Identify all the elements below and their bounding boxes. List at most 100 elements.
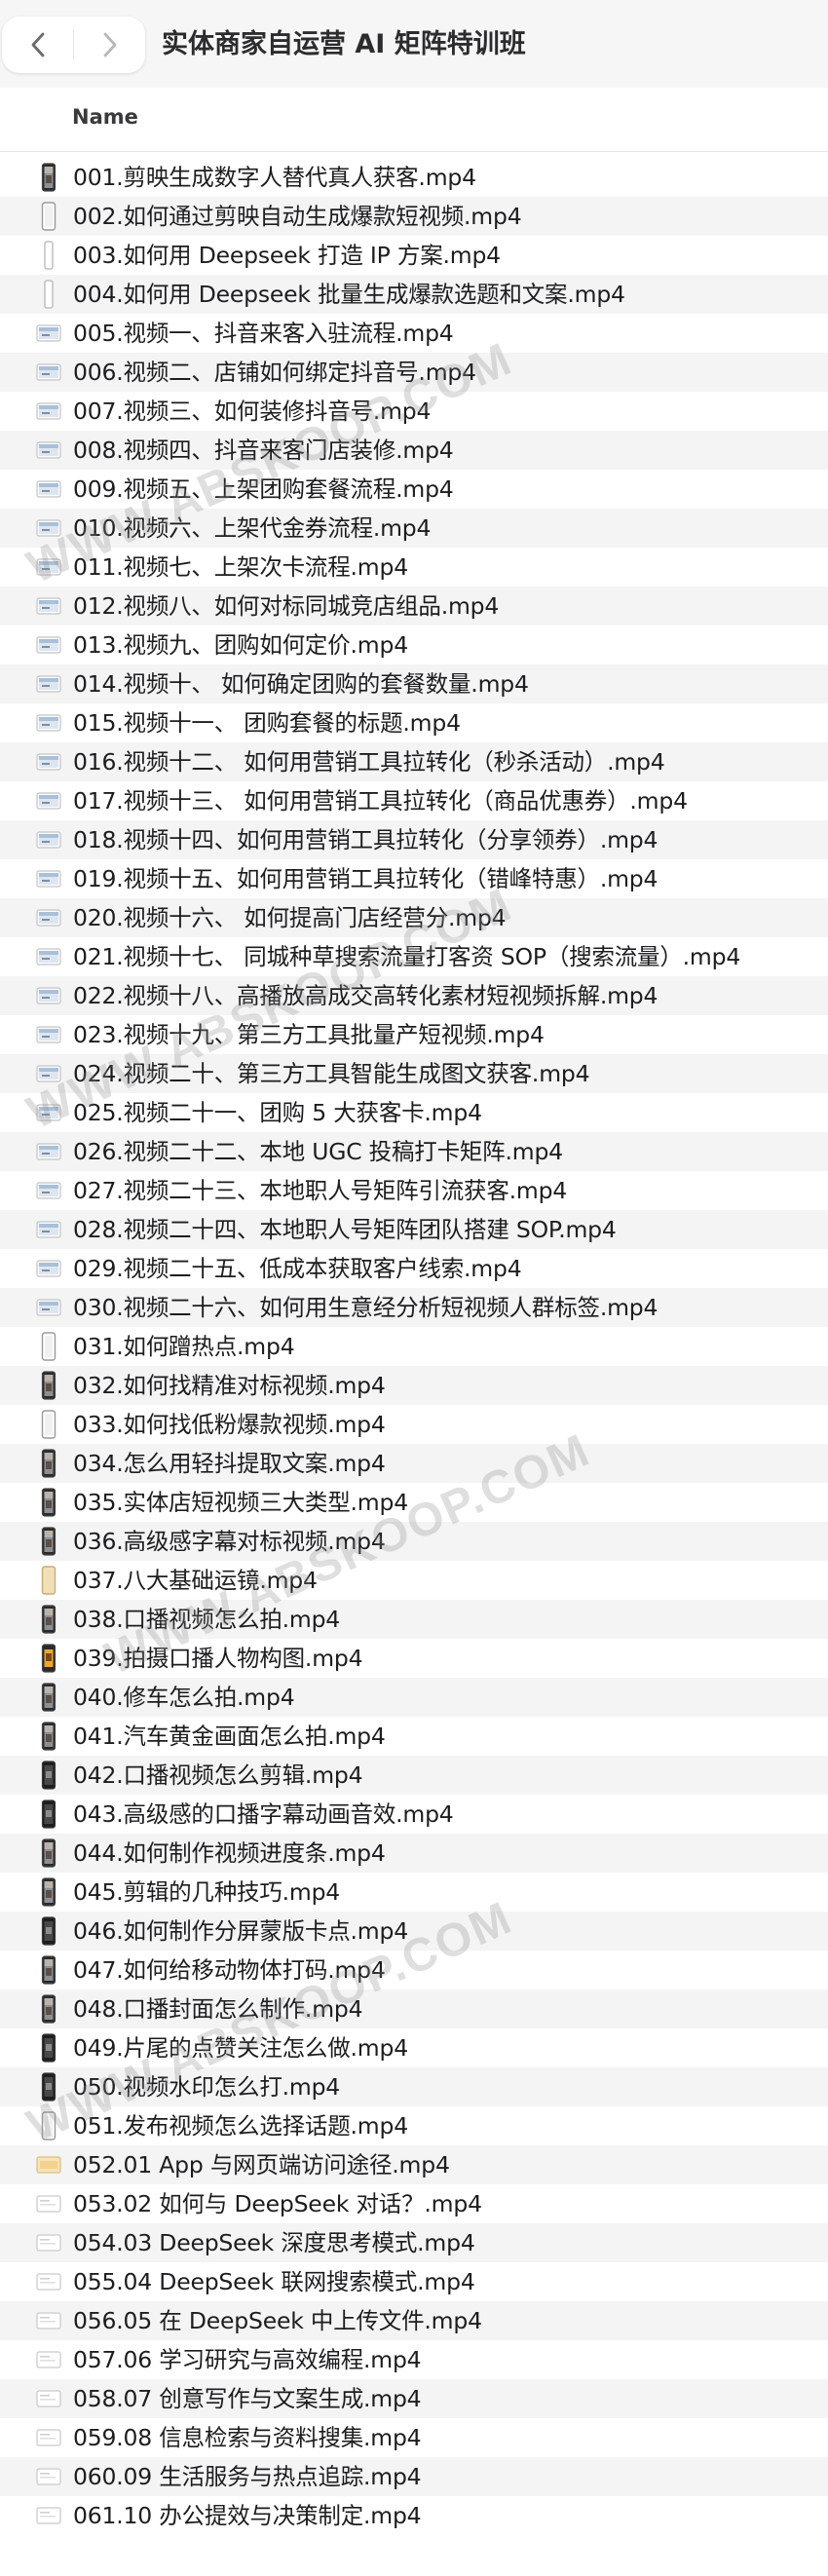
forward-button[interactable] [74, 17, 145, 73]
file-row[interactable]: 011.视频七、上架次卡流程.mp4 [0, 548, 828, 587]
video-file-icon [35, 474, 62, 505]
file-row[interactable]: 013.视频九、团购如何定价.mp4 [0, 625, 828, 664]
file-row[interactable]: 024.视频二十、第三方工具智能生成图文获客.mp4 [0, 1054, 828, 1093]
file-row[interactable]: 048.口播封面怎么制作.mp4 [0, 1989, 828, 2028]
file-row[interactable]: 051.发布视频怎么选择话题.mp4 [0, 2106, 828, 2145]
file-row[interactable]: 056.05 在 DeepSeek 中上传文件.mp4 [0, 2301, 828, 2340]
file-row[interactable]: 030.视频二十六、如何用生意经分析短视频人群标签.mp4 [0, 1288, 828, 1327]
file-row[interactable]: 031.如何蹭热点.mp4 [0, 1327, 828, 1366]
file-row[interactable]: 009.视频五、上架团购套餐流程.mp4 [0, 470, 828, 509]
video-file-icon [35, 746, 62, 777]
file-name: 045.剪辑的几种技巧.mp4 [73, 1878, 341, 1906]
file-name: 042.口播视频怎么剪辑.mp4 [73, 1762, 363, 1789]
video-file-icon [35, 2188, 62, 2219]
file-row[interactable]: 043.高级感的口播字幕动画音效.mp4 [0, 1795, 828, 1834]
file-name: 001.剪映生成数字人替代真人获客.mp4 [73, 164, 476, 191]
file-row[interactable]: 014.视频十、 如何确定团购的套餐数量.mp4 [0, 664, 828, 703]
video-file-icon [35, 902, 62, 933]
file-row[interactable]: 044.如何制作视频进度条.mp4 [0, 1834, 828, 1873]
file-row[interactable]: 007.视频三、如何装修抖音号.mp4 [0, 392, 828, 431]
file-row[interactable]: 020.视频十六、 如何提高门店经营分.mp4 [0, 898, 828, 937]
file-row[interactable]: 017.视频十三、 如何用营销工具拉转化（商品优惠券）.mp4 [0, 781, 828, 820]
file-row[interactable]: 032.如何找精准对标视频.mp4 [0, 1366, 828, 1405]
file-row[interactable]: 059.08 信息检索与资料搜集.mp4 [0, 2418, 828, 2457]
file-name: 048.口播封面怎么制作.mp4 [73, 1995, 363, 2023]
file-row[interactable]: 006.视频二、店铺如何绑定抖音号.mp4 [0, 353, 828, 392]
video-file-icon [35, 1954, 62, 1986]
file-row[interactable]: 045.剪辑的几种技巧.mp4 [0, 1873, 828, 1912]
file-row[interactable]: 038.口播视频怎么拍.mp4 [0, 1600, 828, 1639]
file-name: 026.视频二十二、本地 UGC 投稿打卡矩阵.mp4 [73, 1138, 563, 1165]
file-row[interactable]: 041.汽车黄金画面怎么拍.mp4 [0, 1717, 828, 1756]
video-file-icon [35, 1915, 62, 1947]
video-file-icon [35, 1837, 62, 1869]
file-row[interactable]: 025.视频二十一、团购 5 大获客卡.mp4 [0, 1093, 828, 1132]
file-row[interactable]: 042.口播视频怎么剪辑.mp4 [0, 1756, 828, 1795]
back-button[interactable] [2, 17, 73, 73]
file-row[interactable]: 001.剪映生成数字人替代真人获客.mp4 [0, 158, 828, 197]
file-name: 019.视频十五、如何用营销工具拉转化（错峰特惠）.mp4 [73, 865, 659, 892]
file-row[interactable]: 052.01 App 与网页端访问途径.mp4 [0, 2145, 828, 2184]
video-file-icon [35, 2149, 62, 2180]
file-name: 056.05 在 DeepSeek 中上传文件.mp4 [73, 2307, 482, 2334]
file-row[interactable]: 061.10 办公提效与决策制定.mp4 [0, 2496, 828, 2535]
file-row[interactable]: 039.拍摄口播人物构图.mp4 [0, 1639, 828, 1678]
file-row[interactable]: 037.八大基础运镜.mp4 [0, 1561, 828, 1600]
file-row[interactable]: 016.视频十二、 如何用营销工具拉转化（秒杀活动）.mp4 [0, 742, 828, 781]
file-row[interactable]: 036.高级感字幕对标视频.mp4 [0, 1522, 828, 1561]
file-row[interactable]: 003.如何用 Deepseek 打造 IP 方案.mp4 [0, 236, 828, 275]
file-row[interactable]: 010.视频六、上架代金券流程.mp4 [0, 509, 828, 548]
file-name: 002.如何通过剪映自动生成爆款短视频.mp4 [73, 203, 522, 230]
video-file-icon [35, 2266, 62, 2297]
file-row[interactable]: 049.片尾的点赞关注怎么做.mp4 [0, 2028, 828, 2067]
file-row[interactable]: 002.如何通过剪映自动生成爆款短视频.mp4 [0, 197, 828, 236]
file-row[interactable]: 022.视频十八、高播放高成交高转化素材短视频拆解.mp4 [0, 976, 828, 1015]
video-file-icon [35, 551, 62, 583]
video-file-icon [35, 590, 62, 622]
file-row[interactable]: 021.视频十七、 同城种草搜索流量打客资 SOP（搜索流量）.mp4 [0, 937, 828, 976]
file-row[interactable]: 028.视频二十四、本地职人号矩阵团队搭建 SOP.mp4 [0, 1210, 828, 1249]
file-row[interactable]: 050.视频水印怎么打.mp4 [0, 2067, 828, 2106]
file-row[interactable]: 015.视频十一、 团购套餐的标题.mp4 [0, 703, 828, 742]
file-row[interactable]: 005.视频一、抖音来客入驻流程.mp4 [0, 314, 828, 353]
video-file-icon [35, 1175, 62, 1206]
file-name: 029.视频二十五、低成本获取客户线索.mp4 [73, 1255, 522, 1282]
file-row[interactable]: 035.实体店短视频三大类型.mp4 [0, 1483, 828, 1522]
chevron-left-icon [31, 32, 44, 57]
video-file-icon [35, 2305, 62, 2336]
video-file-icon [35, 1214, 62, 1245]
file-name: 007.视频三、如何装修抖音号.mp4 [73, 398, 432, 425]
video-file-icon [35, 2383, 62, 2414]
file-row[interactable]: 053.02 如何与 DeepSeek 对话？.mp4 [0, 2184, 828, 2223]
video-file-icon [35, 1760, 62, 1791]
file-row[interactable]: 047.如何给移动物体打码.mp4 [0, 1951, 828, 1989]
file-row[interactable]: 029.视频二十五、低成本获取客户线索.mp4 [0, 1249, 828, 1288]
file-row[interactable]: 034.怎么用轻抖提取文案.mp4 [0, 1444, 828, 1483]
file-row[interactable]: 058.07 创意写作与文案生成.mp4 [0, 2379, 828, 2418]
file-row[interactable]: 046.如何制作分屏蒙版卡点.mp4 [0, 1912, 828, 1951]
video-file-icon [35, 2461, 62, 2492]
file-row[interactable]: 008.视频四、抖音来客门店装修.mp4 [0, 431, 828, 470]
file-name: 017.视频十三、 如何用营销工具拉转化（商品优惠券）.mp4 [73, 787, 688, 814]
file-row[interactable]: 012.视频八、如何对标同城竞店组品.mp4 [0, 587, 828, 625]
file-row[interactable]: 004.如何用 Deepseek 批量生成爆款选题和文案.mp4 [0, 275, 828, 314]
file-row[interactable]: 054.03 DeepSeek 深度思考模式.mp4 [0, 2223, 828, 2262]
name-column-header[interactable]: Name [72, 105, 138, 129]
file-row[interactable]: 055.04 DeepSeek 联网搜索模式.mp4 [0, 2262, 828, 2301]
file-name: 033.如何找低粉爆款视频.mp4 [73, 1411, 386, 1438]
file-name: 031.如何蹭热点.mp4 [73, 1333, 295, 1360]
file-row[interactable]: 060.09 生活服务与热点追踪.mp4 [0, 2457, 828, 2496]
file-name: 043.高级感的口播字幕动画音效.mp4 [73, 1800, 454, 1828]
file-name: 047.如何给移动物体打码.mp4 [73, 1956, 386, 1984]
file-row[interactable]: 018.视频十四、如何用营销工具拉转化（分享领券）.mp4 [0, 820, 828, 859]
file-row[interactable]: 057.06 学习研究与高效编程.mp4 [0, 2340, 828, 2379]
file-row[interactable]: 019.视频十五、如何用营销工具拉转化（错峰特惠）.mp4 [0, 859, 828, 898]
file-row[interactable]: 026.视频二十二、本地 UGC 投稿打卡矩阵.mp4 [0, 1132, 828, 1171]
file-row[interactable]: 040.修车怎么拍.mp4 [0, 1678, 828, 1717]
video-file-icon [35, 2500, 62, 2531]
video-file-icon [35, 1058, 62, 1089]
file-row[interactable]: 027.视频二十三、本地职人号矩阵引流获客.mp4 [0, 1171, 828, 1210]
file-name: 006.视频二、店铺如何绑定抖音号.mp4 [73, 359, 476, 386]
file-row[interactable]: 033.如何找低粉爆款视频.mp4 [0, 1405, 828, 1444]
file-row[interactable]: 023.视频十九、第三方工具批量产短视频.mp4 [0, 1015, 828, 1054]
